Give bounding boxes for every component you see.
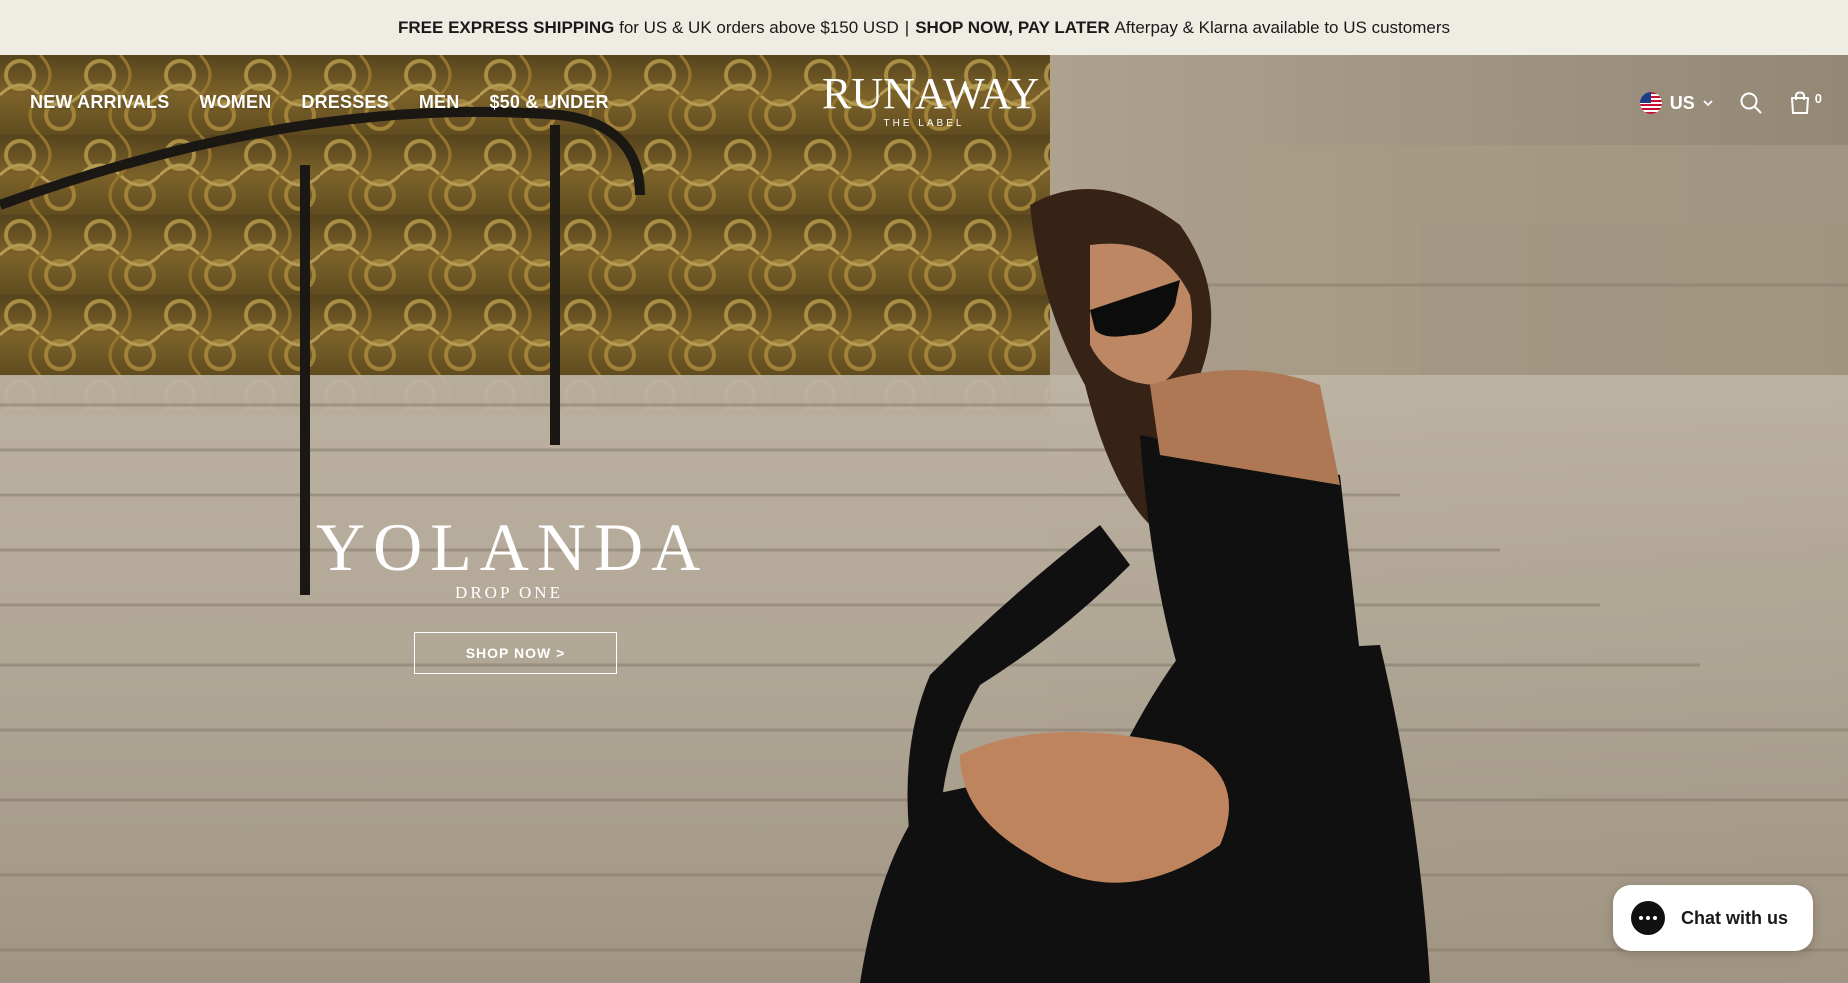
nav-dresses[interactable]: DRESSES bbox=[301, 92, 388, 113]
search-button[interactable] bbox=[1739, 91, 1763, 115]
chat-widget[interactable]: Chat with us bbox=[1613, 885, 1813, 951]
search-icon bbox=[1740, 92, 1762, 114]
campaign-title: YOLANDA bbox=[316, 509, 709, 585]
country-selector[interactable]: US bbox=[1639, 92, 1713, 114]
nav-50-and-under[interactable]: $50 & UNDER bbox=[489, 92, 608, 113]
cart-button[interactable]: 0 bbox=[1789, 91, 1822, 115]
chat-label: Chat with us bbox=[1681, 907, 1788, 928]
campaign-subtitle: DROP ONE bbox=[455, 583, 563, 602]
campaign-block: YOLANDA DROP ONE bbox=[316, 513, 702, 603]
chevron-down-icon bbox=[1703, 100, 1713, 107]
announcement-paylater-bold: SHOP NOW, PAY LATER bbox=[915, 17, 1110, 37]
us-flag-icon bbox=[1639, 92, 1662, 114]
chat-bubble-icon bbox=[1631, 901, 1665, 935]
hero-image bbox=[0, 55, 1848, 983]
shopping-bag-icon bbox=[1790, 91, 1809, 114]
announcement-separator: | bbox=[904, 17, 910, 37]
announcement-shipping-bold: FREE EXPRESS SHIPPING bbox=[398, 17, 615, 37]
shop-now-button[interactable]: SHOP NOW > bbox=[414, 632, 617, 674]
nav-women[interactable]: WOMEN bbox=[199, 92, 271, 113]
site-logo[interactable]: RUNAWAY THE LABEL bbox=[822, 69, 1040, 130]
main-navigation: NEW ARRIVALS WOMEN DRESSES MEN $50 & UND… bbox=[30, 92, 609, 113]
header-tools: US 0 bbox=[1639, 91, 1822, 115]
cart-count: 0 bbox=[1814, 91, 1822, 106]
logo-tagline: THE LABEL bbox=[883, 118, 965, 129]
country-label: US bbox=[1669, 92, 1695, 113]
nav-new-arrivals[interactable]: NEW ARRIVALS bbox=[30, 92, 169, 113]
hero-banner[interactable] bbox=[0, 55, 1848, 983]
announcement-bar: FREE EXPRESS SHIPPING for US & UK orders… bbox=[0, 0, 1848, 55]
nav-men[interactable]: MEN bbox=[419, 92, 460, 113]
announcement-shipping-text: for US & UK orders above $150 USD bbox=[619, 17, 899, 37]
announcement-paylater-text: Afterpay & Klarna available to US custom… bbox=[1114, 17, 1450, 37]
logo-brand: RUNAWAY bbox=[822, 69, 1040, 118]
